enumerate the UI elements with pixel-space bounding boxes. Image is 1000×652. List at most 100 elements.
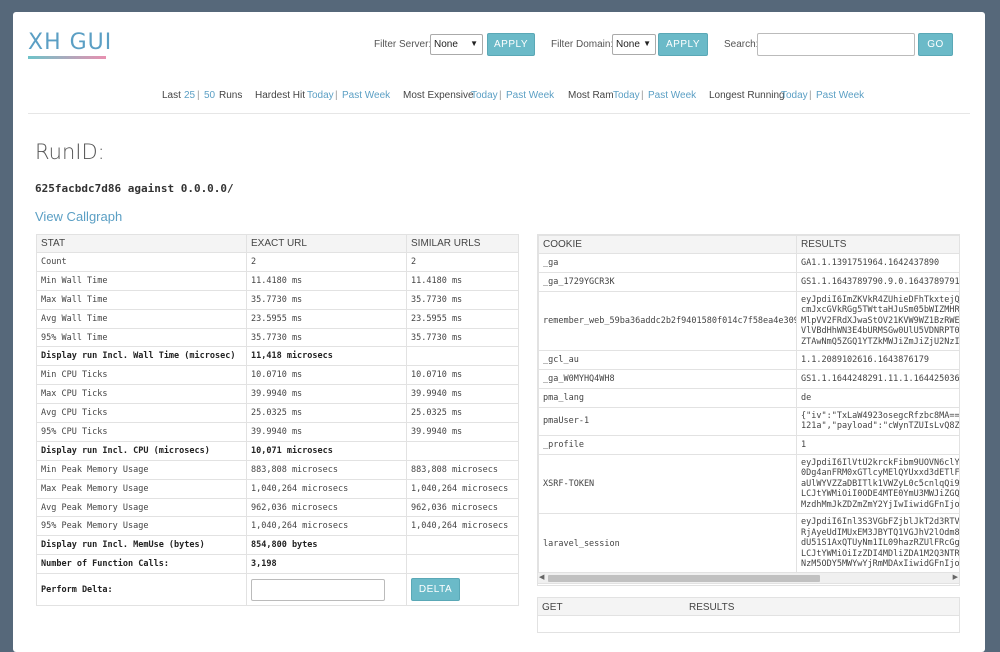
nav-hardest-hit-today-link[interactable]: Today (307, 90, 334, 101)
table-row: Min CPU Ticks 10.0710 ms 10.0710 ms (36, 365, 519, 386)
table-row: 95% CPU Ticks 39.9940 ms 39.9940 ms (36, 422, 519, 442)
stat-table: STAT EXACT URL SIMILAR URLS Count 2 2 Min W… (36, 234, 519, 607)
filter-domain-select[interactable]: None ▼ (612, 34, 656, 55)
table-row: Max Wall Time 35.7730 ms 35.7730 ms (36, 289, 519, 310)
stat-name-cell: Display run Incl. Wall Time (microsec) (36, 346, 247, 367)
delta-button-cell: DELTA (406, 573, 519, 607)
similar-urls-cell: 35.7730 ms (406, 327, 519, 348)
apply-server-button[interactable]: APPLY (487, 33, 535, 56)
search-go-button[interactable]: GO (918, 33, 953, 56)
table-row: Max CPU Ticks 39.9940 ms 39.9940 ms (36, 384, 519, 405)
delta-button[interactable]: DELTA (411, 578, 460, 602)
table-row: Display run Incl. MemUse (bytes) 854,800 … (36, 535, 519, 556)
column-header-exact-url: EXACT URL (246, 234, 407, 253)
filter-domain-label: Filter Domain: (551, 39, 614, 50)
exact-url-cell: 35.7730 ms (246, 289, 407, 310)
nav-longest-running-past-week-link[interactable]: Past Week (816, 90, 864, 101)
filter-bar: Filter Server: None ▼ APPLY Filter Domai… (13, 33, 985, 57)
cookie-name-cell: remember_web_59ba36addc2b2f9401580f014c7… (538, 290, 797, 352)
cookie-name-cell: XSRF-TOKEN (538, 453, 797, 515)
filter-server-select[interactable]: None ▼ (430, 34, 483, 55)
filter-domain-value: None (616, 39, 640, 50)
stat-name-cell: 95% CPU Ticks (36, 422, 247, 442)
cookie-row: pma_lang de (538, 388, 959, 408)
cookie-value-cell: GA1.1.1391751964.1642437890 (796, 253, 959, 273)
table-row: Max Peak Memory Usage 1,040,264 microsecs… (36, 478, 519, 499)
scroll-right-icon[interactable]: ▶ (953, 573, 958, 581)
similar-urls-cell: 10.0710 ms (406, 365, 519, 386)
perform-delta-row: Perform Delta: DELTA (36, 573, 519, 607)
nav-separator: | (641, 90, 644, 101)
similar-urls-cell[interactable]: 2 (406, 252, 519, 272)
cookie-name-cell: _ga_W0MYHQ4WH8 (538, 369, 797, 390)
cookie-name-cell: _gcl_au (538, 350, 797, 371)
cookie-value-cell: eyJpdiI6Inl3S3VGbFZjblJkT2d3RTVJek RjAye… (796, 513, 959, 574)
stat-name-cell: Number of Function Calls: (36, 554, 247, 575)
cookie-row: _gcl_au 1.1.2089102616.1643876179 (538, 350, 959, 371)
column-header-stat: STAT (36, 234, 247, 253)
scroll-left-icon[interactable]: ◀ (539, 573, 544, 581)
exact-url-cell[interactable]: 2 (246, 252, 407, 272)
filter-server-value: None (434, 39, 458, 50)
similar-urls-cell: 35.7730 ms (406, 289, 519, 310)
cookie-row: _profile 1 (538, 434, 959, 455)
stat-name-cell: Max Wall Time (36, 289, 247, 310)
nav-most-expensive-today-link[interactable]: Today (471, 90, 498, 101)
nav-longest-running-today-link[interactable]: Today (781, 90, 808, 101)
nav-last-25-link[interactable]: 25 (184, 90, 195, 101)
nav-most-expensive-past-week-link[interactable]: Past Week (506, 90, 554, 101)
scrollbar-thumb[interactable] (548, 575, 820, 582)
nav-most-ram-past-week-link[interactable]: Past Week (648, 90, 696, 101)
exact-url-cell: 883,808 microsecs (246, 459, 407, 480)
page-title: RunID: (35, 140, 105, 164)
exact-url-cell: 11.4180 ms (246, 270, 407, 291)
stat-table-header: STAT EXACT URL SIMILAR URLS (36, 234, 519, 253)
nav-divider (28, 113, 970, 114)
nav-last-label: Last (162, 90, 181, 101)
table-row: Avg Peak Memory Usage 962,036 microsecs 96… (36, 497, 519, 518)
nav-last-50-link[interactable]: 50 (204, 90, 215, 101)
cookie-table-container: COOKIE RESULTS _ga GA1.1.1391751964.16424… (537, 234, 960, 586)
cookie-name-cell: _ga (538, 253, 797, 273)
get-table-header: GET RESULTS (538, 598, 959, 616)
cookie-name-cell: pmaUser-1 (538, 406, 797, 436)
column-header-get-results: RESULTS (689, 602, 735, 613)
cookie-table-scrollbar[interactable]: ◀ ▶ (537, 572, 960, 584)
table-row: 95% Peak Memory Usage 1,040,264 microsecs… (36, 516, 519, 537)
column-header-get: GET (542, 602, 563, 613)
table-row: Display run Incl. CPU (microsecs) 10,071 … (36, 440, 519, 461)
nav-most-ram-today-link[interactable]: Today (613, 90, 640, 101)
cookie-row: remember_web_59ba36addc2b2f9401580f014c7… (538, 290, 959, 352)
apply-domain-button[interactable]: APPLY (658, 33, 708, 56)
similar-urls-cell: 883,808 microsecs (406, 459, 519, 480)
delta-input[interactable] (251, 578, 385, 601)
nav-longest-running-label: Longest Running (709, 90, 785, 101)
perform-delta-label: Perform Delta: (36, 573, 247, 607)
exact-url-cell: 854,800 bytes (246, 535, 407, 556)
cookie-name-cell: _profile (538, 434, 797, 455)
stat-name-cell: Avg Peak Memory Usage (36, 497, 247, 518)
stat-name-cell: Max Peak Memory Usage (36, 478, 247, 499)
chevron-down-icon: ▼ (470, 39, 478, 48)
delta-input-cell (246, 573, 407, 607)
cookie-row: XSRF-TOKEN eyJpdiI6IlVtU2krckFibm9UOVN6cl… (538, 453, 959, 515)
table-row: Count 2 2 (36, 252, 519, 272)
nav-hardest-hit-past-week-link[interactable]: Past Week (342, 90, 390, 101)
run-subtitle: 625facbdc7d86 against 0.0.0.0/ (35, 182, 234, 195)
search-input[interactable] (757, 33, 915, 56)
nav-separator: | (335, 90, 338, 101)
similar-urls-cell: 25.0325 ms (406, 403, 519, 424)
search-label: Search: (724, 39, 759, 50)
stat-name-cell: Max CPU Ticks (36, 384, 247, 405)
cookie-row: _ga_W0MYHQ4WH8 GS1.1.1644248291.11.1.1644… (538, 369, 959, 390)
exact-url-cell: 1,040,264 microsecs (246, 516, 407, 537)
cookie-value-cell: GS1.1.1643789790.9.0.1643789791.0 (796, 271, 959, 292)
nav-runs-label: Runs (219, 90, 243, 101)
cookie-name-cell: pma_lang (538, 388, 797, 408)
view-callgraph-link[interactable]: View Callgraph (35, 209, 122, 224)
cookie-row: _ga_1729YGCR3K GS1.1.1643789790.9.0.16437… (538, 271, 959, 292)
cookie-value-cell: 1.1.2089102616.1643876179 (796, 350, 959, 371)
exact-url-cell: 35.7730 ms (246, 327, 407, 348)
chevron-down-icon: ▼ (643, 39, 651, 48)
similar-urls-cell: 962,036 microsecs (406, 497, 519, 518)
